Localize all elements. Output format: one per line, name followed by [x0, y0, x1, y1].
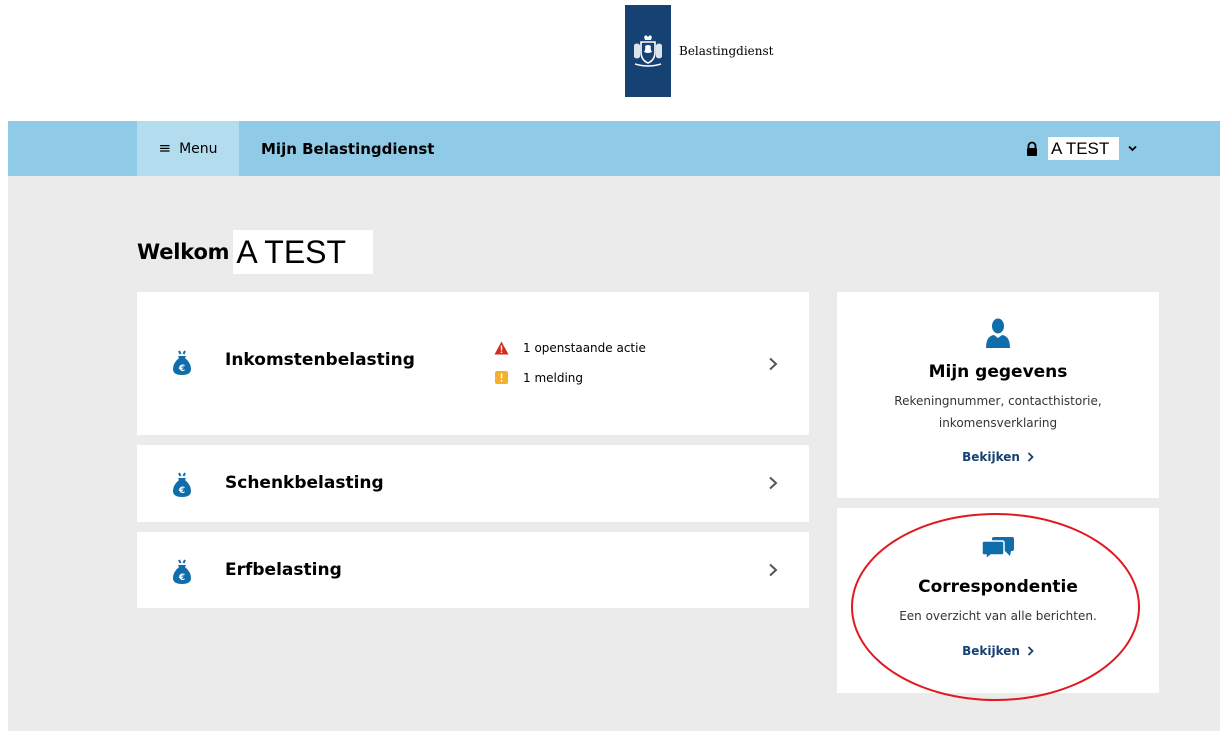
- money-bag-icon: €: [173, 472, 191, 497]
- tax-title: Erfbelasting: [225, 560, 342, 580]
- exclamation-square-icon: [494, 370, 509, 385]
- chevron-right-icon: [769, 357, 778, 371]
- user-menu[interactable]: A TEST: [1024, 121, 1138, 176]
- svg-text:€: €: [178, 486, 185, 496]
- chevron-right-icon: [1027, 646, 1034, 656]
- lock-icon: [1027, 141, 1037, 156]
- notice-list: 1 openstaande actie 1 melding: [494, 340, 646, 400]
- card-description-line: Rekeningnummer, contacthistorie,: [894, 394, 1102, 408]
- chevron-right-icon: [769, 563, 778, 577]
- brand-name: Belastingdienst: [679, 44, 774, 58]
- main-content: Welkom A TEST € Inkomstenbelasting 1 ope…: [8, 176, 1220, 731]
- card-link-row: Bekijken: [837, 640, 1159, 659]
- card-title: Correspondentie: [918, 577, 1078, 597]
- tax-title: Schenkbelasting: [225, 473, 384, 493]
- notice-open-action[interactable]: 1 openstaande actie: [494, 340, 646, 355]
- welcome-label: Welkom: [137, 240, 230, 264]
- svg-text:€: €: [178, 364, 185, 374]
- notice-message[interactable]: 1 melding: [494, 370, 646, 385]
- card-title: Mijn gegevens: [928, 362, 1068, 382]
- view-mijn-gegevens-link[interactable]: Bekijken: [962, 450, 1034, 464]
- card-link-row: Bekijken: [837, 446, 1159, 465]
- card-description-line: inkomensverklaring: [938, 416, 1058, 430]
- notice-text: 1 melding: [523, 370, 584, 385]
- app-title-link[interactable]: Mijn Belastingdienst: [261, 121, 434, 176]
- coat-of-arms-icon: [625, 5, 671, 97]
- user-name: A TEST: [1048, 137, 1120, 160]
- menu-button[interactable]: ≡ Menu: [137, 121, 239, 176]
- top-navigation: ≡ Menu Mijn Belastingdienst A TEST: [8, 121, 1220, 176]
- view-correspondentie-link[interactable]: Bekijken: [962, 644, 1034, 658]
- card-description: Rekeningnummer, contacthistorie, inkomen…: [837, 390, 1159, 434]
- chevron-right-icon: [1027, 452, 1034, 462]
- card-mijn-gegevens: Mijn gegevens Rekeningnummer, contacthis…: [837, 292, 1159, 498]
- tax-card-schenkbelasting[interactable]: € Schenkbelasting: [137, 445, 809, 522]
- card-correspondentie: Correspondentie Een overzicht van alle b…: [837, 508, 1159, 693]
- tax-card-inkomstenbelasting[interactable]: € Inkomstenbelasting 1 openstaande actie…: [137, 292, 809, 435]
- tax-title: Inkomstenbelasting: [225, 350, 415, 370]
- tax-card-erfbelasting[interactable]: € Erfbelasting: [137, 532, 809, 608]
- brand-logo[interactable]: Belastingdienst: [625, 5, 773, 97]
- card-description: Een overzicht van alle berichten.: [899, 609, 1097, 623]
- notice-text: 1 openstaande actie: [523, 340, 646, 355]
- welcome-user-name: A TEST: [233, 230, 374, 274]
- hamburger-icon: ≡: [158, 139, 172, 157]
- welcome-heading: Welkom A TEST: [137, 230, 374, 274]
- chat-bubbles-icon: [982, 537, 1014, 559]
- menu-label: Menu: [179, 140, 218, 157]
- svg-text:€: €: [178, 573, 185, 583]
- link-label: Bekijken: [962, 450, 1020, 464]
- link-label: Bekijken: [962, 644, 1020, 658]
- person-icon: [986, 318, 1010, 348]
- chevron-down-icon: [1128, 145, 1137, 152]
- money-bag-icon: €: [173, 350, 191, 375]
- warning-triangle-icon: [494, 340, 509, 355]
- money-bag-icon: €: [173, 559, 191, 584]
- chevron-right-icon: [769, 476, 778, 490]
